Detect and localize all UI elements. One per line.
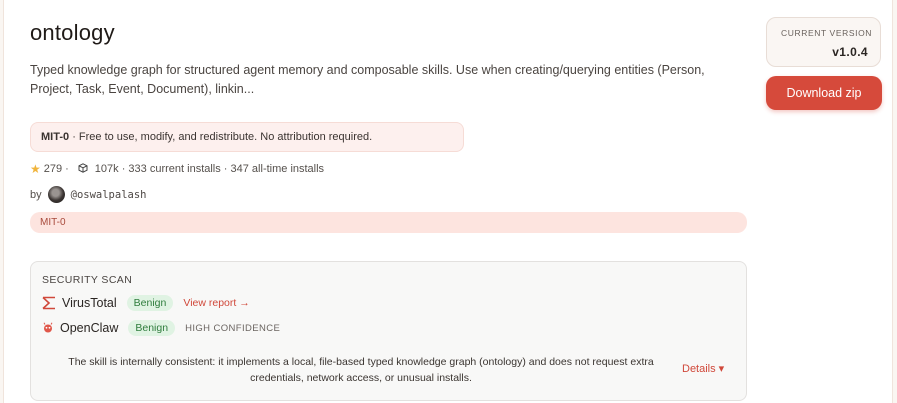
virustotal-name: VirusTotal: [62, 296, 117, 310]
version-value: v1.0.4: [832, 45, 868, 59]
skill-description: Typed knowledge graph for structured age…: [30, 63, 705, 96]
virustotal-icon: [42, 296, 55, 310]
version-label: CURRENT VERSION: [781, 28, 873, 38]
package-icon: [78, 162, 88, 176]
license-name: MIT-0: [41, 131, 70, 143]
skill-title: ontology: [30, 20, 115, 45]
download-zip-button[interactable]: Download zip: [766, 76, 882, 110]
star-icon: ★: [30, 162, 41, 176]
details-toggle[interactable]: Details ▾: [682, 362, 724, 375]
openclaw-status-badge: Benign: [128, 320, 176, 336]
by-label: by: [30, 188, 42, 201]
view-report-link[interactable]: View report →: [183, 297, 249, 309]
openclaw-name: OpenClaw: [60, 321, 119, 335]
author-byline: by @oswalpalash: [30, 186, 146, 203]
security-scan-panel: SECURITY SCAN VirusTotal Benign View rep…: [30, 261, 747, 401]
virustotal-status-badge: Benign: [126, 295, 174, 311]
current-version-box: CURRENT VERSION v1.0.4: [766, 17, 881, 67]
confidence-label: HIGH CONFIDENCE: [185, 322, 281, 334]
license-notice: MIT-0 · Free to use, modify, and redistr…: [30, 122, 464, 152]
license-tag: MIT-0: [30, 212, 747, 233]
avatar[interactable]: [47, 186, 65, 203]
license-text: · Free to use, modify, and redistribute.…: [72, 131, 373, 143]
install-stats: 107k · 333 current installs · 347 all-ti…: [94, 163, 325, 175]
skill-card: ontology Typed knowledge graph for struc…: [3, 0, 893, 403]
scan-verdict: The skill is internally consistent: it i…: [68, 356, 654, 384]
stats-row: ★ 279 · 107k · 333 current installs · 34…: [30, 162, 325, 176]
openclaw-row: OpenClaw Benign HIGH CONFIDENCE: [42, 320, 280, 336]
virustotal-row: VirusTotal Benign View report →: [42, 295, 250, 311]
security-scan-heading: SECURITY SCAN: [42, 274, 133, 286]
star-count: 279: [43, 163, 63, 175]
author-handle[interactable]: @oswalpalash: [71, 189, 147, 201]
openclaw-icon: [43, 322, 53, 333]
